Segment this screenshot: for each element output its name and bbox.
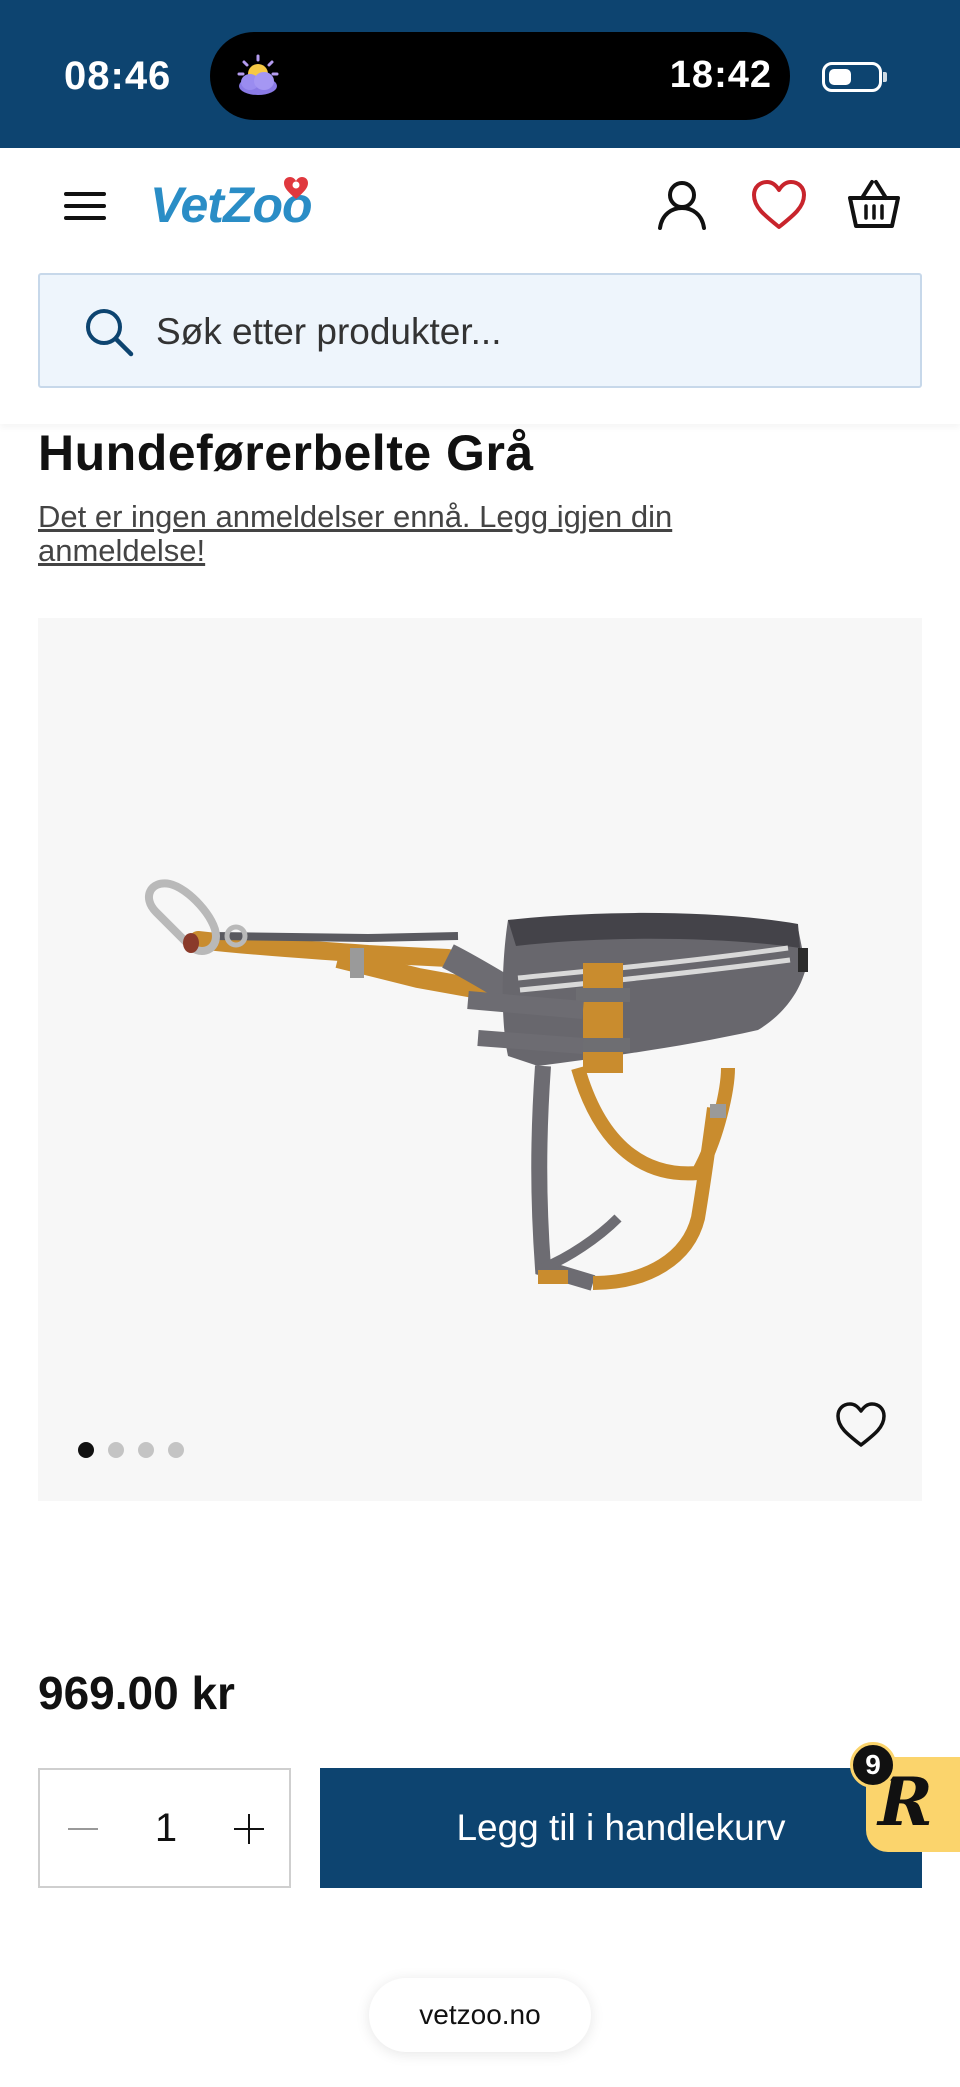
rewards-count-badge: 9 xyxy=(850,1742,896,1788)
search-icon xyxy=(86,309,134,357)
weather-sunrise-icon xyxy=(237,54,279,95)
product-price: 969.00 kr xyxy=(38,1667,235,1719)
site-header: VetZoo Søk etter produkter... xyxy=(0,148,960,424)
gallery-heart-icon[interactable] xyxy=(834,1400,888,1450)
add-to-cart-button[interactable]: Legg til i handlekurv xyxy=(320,1768,922,1888)
gallery-dots xyxy=(78,1442,184,1458)
quantity-stepper: 1 xyxy=(38,1768,291,1888)
quantity-decrease-button[interactable] xyxy=(60,1804,106,1854)
gallery-dot-2[interactable] xyxy=(108,1442,124,1458)
menu-icon[interactable] xyxy=(60,180,112,232)
user-icon[interactable] xyxy=(654,176,710,232)
status-time: 08:46 xyxy=(64,54,172,98)
product-gallery[interactable] xyxy=(38,618,922,1501)
battery-icon xyxy=(822,62,882,92)
battery-cap xyxy=(883,72,887,82)
heart-icon[interactable] xyxy=(750,178,808,232)
search-placeholder: Søk etter produkter... xyxy=(156,311,502,352)
logo-heart-icon xyxy=(284,177,308,199)
status-bar: 08:46 18:42 xyxy=(0,0,960,148)
logo[interactable]: VetZoo xyxy=(150,176,313,234)
gallery-dot-1[interactable] xyxy=(78,1442,94,1458)
dynamic-island: 18:42 xyxy=(210,32,790,120)
product-image xyxy=(145,879,808,1291)
review-link[interactable]: Det er ingen anmeldelser ennå. Legg igje… xyxy=(38,500,758,568)
search-input[interactable]: Søk etter produkter... xyxy=(38,273,922,388)
quantity-value[interactable]: 1 xyxy=(120,1806,212,1851)
browser-url-bar[interactable]: vetzoo.no xyxy=(369,1978,591,2052)
gallery-dot-3[interactable] xyxy=(138,1442,154,1458)
gallery-dot-4[interactable] xyxy=(168,1442,184,1458)
island-time: 18:42 xyxy=(669,54,772,96)
quantity-increase-button[interactable] xyxy=(226,1804,272,1854)
product-title: Hundeførerbelte Grå xyxy=(38,425,534,481)
basket-icon[interactable] xyxy=(846,176,902,232)
